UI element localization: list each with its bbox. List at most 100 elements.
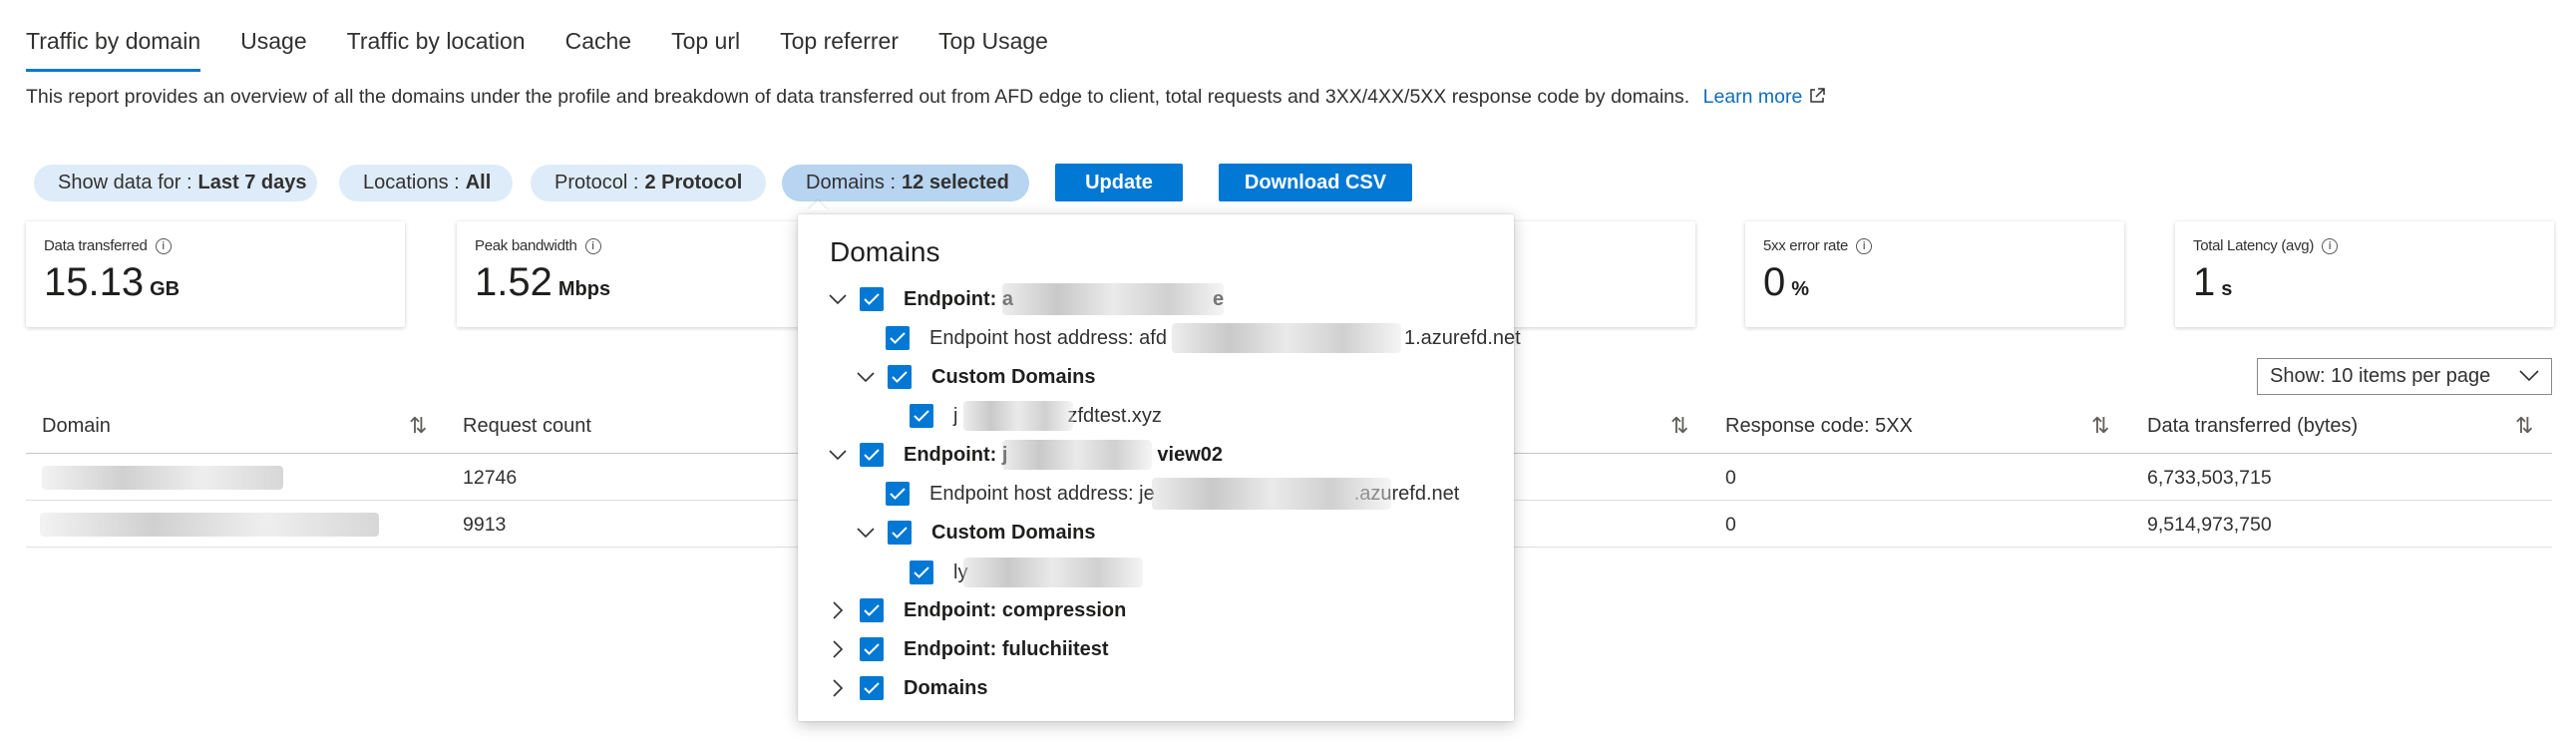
column-header-domain[interactable]: Domain <box>42 415 111 438</box>
learn-more-label: Learn more <box>1702 86 1803 108</box>
sort-icon[interactable]: ⇅ <box>2515 413 2533 439</box>
external-link-icon <box>1808 87 1826 111</box>
redacted-text <box>1152 478 1391 510</box>
update-button[interactable]: Update <box>1055 164 1183 201</box>
cell-response-5xx: 0 <box>1725 514 1736 536</box>
info-icon[interactable]: i <box>2322 237 2339 254</box>
tree-item-domains[interactable]: Domains <box>828 673 987 703</box>
cell-data-transferred: 6,733,503,715 <box>2147 467 2272 489</box>
redacted-domain <box>40 513 379 537</box>
sort-icon[interactable]: ⇅ <box>409 413 427 439</box>
protocol-filter[interactable]: Protocol :2 Protocol <box>531 165 766 201</box>
tab-traffic-by-domain[interactable]: Traffic by domain <box>26 22 201 72</box>
tree-item-label: j <box>953 404 958 427</box>
redacted-text <box>1002 440 1152 470</box>
metric-label: Total Latency (avg) <box>2193 237 2315 254</box>
checkbox-checked-icon[interactable] <box>860 637 884 661</box>
tree-item-label: Custom Domains <box>931 521 1096 544</box>
chevron-down-icon[interactable] <box>828 289 848 309</box>
sort-icon[interactable]: ⇅ <box>1670 413 1688 439</box>
redacted-text <box>1002 283 1224 315</box>
checkbox-checked-icon[interactable] <box>860 287 884 311</box>
info-icon[interactable]: i <box>584 237 601 254</box>
tab-cache[interactable]: Cache <box>565 22 631 72</box>
redacted-text <box>963 558 1143 587</box>
column-header-response-5xx[interactable]: Response code: 5XX <box>1725 415 1913 438</box>
domains-panel-title: Domains <box>830 236 940 267</box>
tree-item-custom-domain-ly[interactable]: ly <box>910 558 967 587</box>
chevron-right-icon[interactable] <box>828 639 848 659</box>
report-tabs: Traffic by domain Usage Traffic by locat… <box>26 22 1088 72</box>
metric-value: 0 <box>1763 260 1786 304</box>
column-header-request-count[interactable]: Request count <box>463 415 591 438</box>
column-header-data-transferred[interactable]: Data transferred (bytes) <box>2147 415 2358 438</box>
protocol-label: Protocol : <box>554 172 639 193</box>
metric-data-transferred: Data transferred i 15.13 GB <box>26 221 405 327</box>
learn-more-link[interactable]: Learn more <box>1703 86 1827 108</box>
redacted-text <box>1172 323 1401 353</box>
metric-label: Peak bandwidth <box>475 237 577 254</box>
checkbox-checked-icon[interactable] <box>860 598 884 622</box>
cell-response-5xx: 0 <box>1725 467 1736 489</box>
tree-item-label: Custom Domains <box>931 365 1096 388</box>
info-icon[interactable]: i <box>1856 237 1872 254</box>
tab-traffic-by-location[interactable]: Traffic by location <box>347 22 526 72</box>
tree-item-label-tail: 1.azurefd.net <box>1403 326 1521 349</box>
tab-usage[interactable]: Usage <box>240 22 306 72</box>
checkbox-checked-icon[interactable] <box>860 676 884 700</box>
locations-filter[interactable]: Locations : All <box>339 165 513 201</box>
chevron-down-icon[interactable] <box>856 367 876 387</box>
sort-icon[interactable]: ⇅ <box>2091 413 2109 439</box>
checkbox-checked-icon[interactable] <box>886 482 910 506</box>
checkbox-checked-icon[interactable] <box>910 404 933 428</box>
metric-value: 1.52 <box>475 260 552 304</box>
show-data-for-filter[interactable]: Show data for : Last 7 days <box>34 165 317 201</box>
tree-item-custom-domains[interactable]: Custom Domains <box>856 518 1095 548</box>
chevron-right-icon[interactable] <box>828 678 848 698</box>
redacted-text <box>963 401 1073 431</box>
show-data-for-value: Last 7 days <box>197 172 307 193</box>
panel-caret <box>808 200 828 210</box>
tab-top-referrer[interactable]: Top referrer <box>780 22 899 72</box>
metric-value: 15.13 <box>44 260 145 304</box>
tree-item-label: Endpoint: j <box>904 443 1008 466</box>
metric-label: 5xx error rate <box>1763 237 1848 254</box>
chevron-right-icon[interactable] <box>828 600 848 620</box>
metric-peak-bandwidth: Peak bandwidth i 1.52 Mbps <box>457 221 836 327</box>
metric-unit: Mbps <box>557 278 611 300</box>
cell-data-transferred: 9,514,973,750 <box>2147 514 2272 536</box>
description-text: This report provides an overview of all … <box>26 86 1690 108</box>
tree-item-custom-domains[interactable]: Custom Domains <box>856 362 1095 392</box>
redacted-domain <box>42 466 283 490</box>
tree-item-label: Endpoint: fuluchiitest <box>904 637 1109 660</box>
info-icon[interactable]: i <box>155 237 172 254</box>
tree-item-label-tail: view02 <box>1157 443 1224 466</box>
tab-top-url[interactable]: Top url <box>671 22 740 72</box>
domains-label: Domains : <box>806 172 897 193</box>
tree-item-label: Endpoint host address: je <box>929 482 1155 505</box>
checkbox-checked-icon[interactable] <box>860 443 884 467</box>
checkbox-checked-icon[interactable] <box>888 521 912 545</box>
domains-filter[interactable]: Domains :12 selected <box>782 165 1029 201</box>
download-csv-button[interactable]: Download CSV <box>1219 164 1412 201</box>
chevron-down-icon[interactable] <box>828 445 848 465</box>
metric-unit: % <box>1791 278 1810 300</box>
tree-item-endpoint-compression[interactable]: Endpoint: compression <box>828 595 1126 625</box>
tree-item-endpoint-fuluchiitest[interactable]: Endpoint: fuluchiitest <box>828 634 1109 664</box>
checkbox-checked-icon[interactable] <box>910 561 933 584</box>
chevron-down-icon <box>2519 365 2539 388</box>
tree-item-label: Endpoint: compression <box>904 598 1127 621</box>
domains-value: 12 selected <box>902 172 1009 193</box>
tab-top-usage[interactable]: Top Usage <box>938 22 1048 72</box>
report-description: This report provides an overview of all … <box>26 86 1826 111</box>
checkbox-checked-icon[interactable] <box>886 326 910 350</box>
show-data-for-label: Show data for : <box>58 172 192 193</box>
cell-request-count: 12746 <box>463 467 518 489</box>
metric-value: 1 <box>2193 260 2216 304</box>
tree-item-label: Endpoint host address: afd <box>929 326 1167 349</box>
checkbox-checked-icon[interactable] <box>888 365 912 389</box>
chevron-down-icon[interactable] <box>856 523 876 543</box>
page-size-value: Show: 10 items per page <box>2270 365 2491 387</box>
metric-label: Data transferred <box>44 237 148 254</box>
page-size-select[interactable]: Show: 10 items per page <box>2257 358 2552 395</box>
